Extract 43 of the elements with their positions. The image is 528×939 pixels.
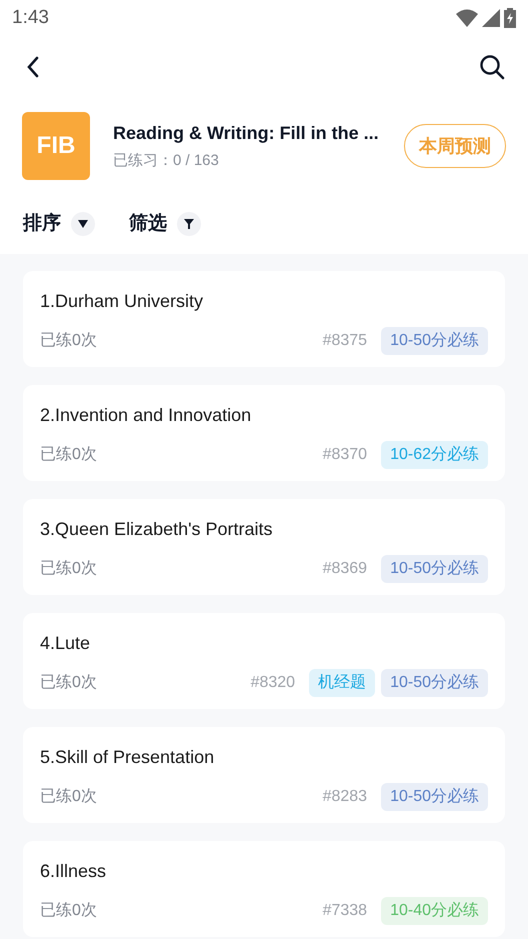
question-title: 1.Durham University [40, 290, 204, 313]
tag: 10-62分必练 [381, 441, 488, 469]
practice-count: 已练0次 [40, 331, 98, 351]
question-card[interactable]: 5.Skill of Presentation 已练0次 #8283 10-50分必练 [23, 727, 505, 823]
practice-count: 已练0次 [40, 901, 98, 921]
fib-logo: FIB [22, 112, 90, 180]
question-title: 4.Lute [40, 632, 92, 655]
progress-text: 已练习：0 / 163 [113, 150, 220, 171]
question-number: #7338 [322, 901, 368, 921]
question-card[interactable]: 6.Illness 已练0次 #7338 10-40分必练 [23, 841, 505, 937]
question-title: 2.Invention and Innovation [40, 404, 252, 427]
dropdown-icon [78, 220, 88, 228]
battery-icon [504, 8, 516, 28]
question-number: #8283 [322, 787, 368, 807]
question-title: 6.Illness [40, 860, 108, 883]
question-title: 3.Queen Elizabeth's Portraits [40, 518, 274, 541]
question-card[interactable]: 1.Durham University 已练0次 #8375 10-50分必练 [23, 271, 505, 367]
question-number: #8320 [250, 673, 296, 693]
wifi-icon [456, 9, 478, 27]
tag: 机经题 [309, 669, 376, 697]
question-number: #8370 [322, 445, 368, 465]
question-number: #8375 [322, 331, 368, 351]
tag: 10-50分必练 [381, 783, 488, 811]
question-title: 5.Skill of Presentation [40, 746, 216, 769]
set-title: Reading & Writing: Fill in the ... [113, 122, 380, 145]
practice-count: 已练0次 [40, 787, 98, 807]
search-button[interactable] [478, 53, 506, 81]
question-card[interactable]: 2.Invention and Innovation 已练0次 #8370 10-62分必练 [23, 385, 505, 481]
status-time: 1:43 [12, 6, 49, 30]
tag: 10-50分必练 [381, 669, 488, 697]
filter-dropdown[interactable]: 筛选 [129, 210, 201, 238]
signal-icon [482, 9, 500, 27]
question-card[interactable]: 4.Lute 已练0次 #8320 机经题 10-50分必练 [23, 613, 505, 709]
practice-count: 已练0次 [40, 673, 98, 693]
question-number: #8369 [322, 559, 368, 579]
funnel-icon [184, 219, 194, 229]
tag: 10-50分必练 [381, 555, 488, 583]
practice-count: 已练0次 [40, 445, 98, 465]
practice-count: 已练0次 [40, 559, 98, 579]
filter-dropdown[interactable]: 排序 [23, 210, 95, 238]
tag: 10-50分必练 [381, 327, 488, 355]
question-card[interactable]: 3.Queen Elizabeth's Portraits 已练0次 #8369 10-50分必练 [23, 499, 505, 595]
tag: 10-40分必练 [381, 897, 488, 925]
